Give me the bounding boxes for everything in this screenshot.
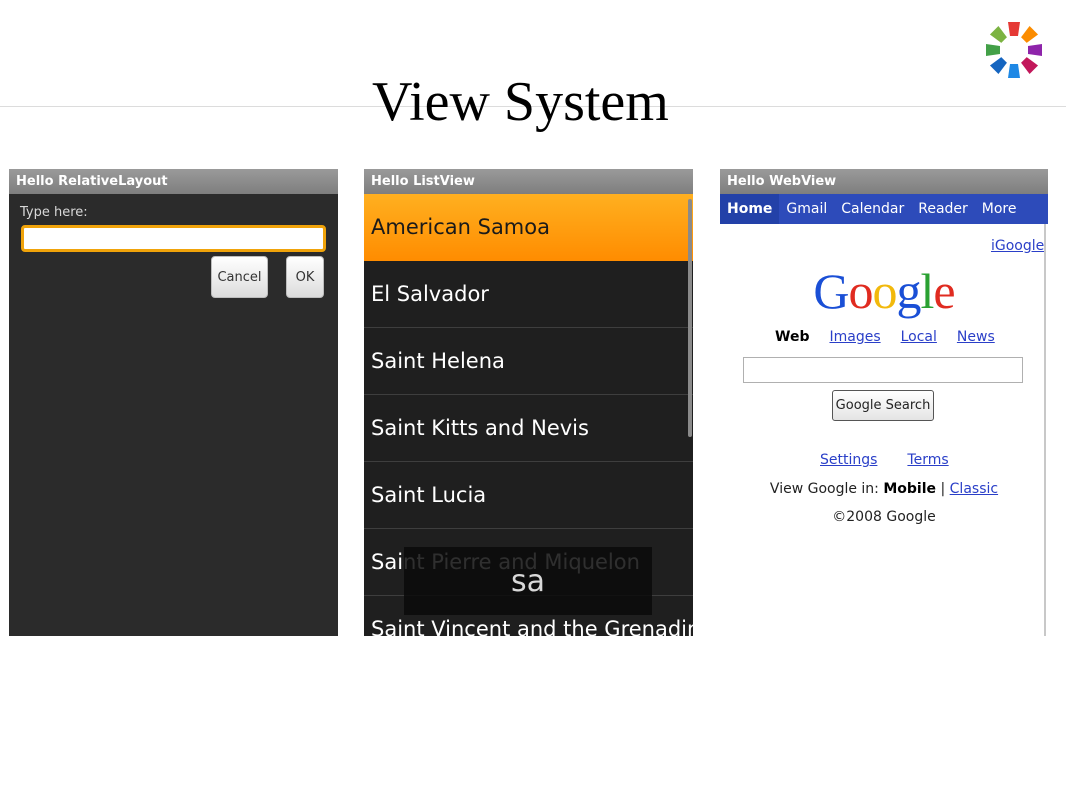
google-logo-letter: G [813, 263, 849, 319]
footer-links: Settings Terms [820, 452, 960, 468]
tab-web[interactable]: Web [775, 329, 809, 345]
google-logo-text: Google [813, 263, 955, 319]
android-logo-icon [986, 22, 1042, 78]
type-here-label: Type here: [20, 205, 88, 220]
list-view-screen: Hello ListView American Samoa El Salvado… [364, 169, 693, 636]
view-google-in: View Google in: Mobile | Classic [720, 481, 1048, 497]
list-view-titlebar: Hello ListView [364, 169, 693, 194]
entry-input[interactable] [21, 225, 326, 252]
nav-reader[interactable]: Reader [911, 194, 975, 224]
nav-gmail[interactable]: Gmail [779, 194, 834, 224]
list-item[interactable]: Saint Helena [364, 328, 693, 395]
google-logo: Google [720, 263, 1048, 319]
web-view-screen: Hello WebView Home Gmail Calendar Reader… [720, 169, 1048, 636]
google-logo-letter: o [872, 263, 898, 319]
nav-home[interactable]: Home [720, 194, 780, 224]
slide-title: View System [372, 71, 669, 133]
settings-link[interactable]: Settings [820, 452, 877, 468]
list-item[interactable]: El Salvador [364, 261, 693, 328]
list-item[interactable]: Saint Lucia [364, 462, 693, 529]
google-logo-letter: o [848, 263, 874, 319]
web-scrollbar[interactable] [1044, 224, 1046, 636]
google-logo-letter: e [933, 263, 955, 319]
relative-layout-titlebar: Hello RelativeLayout [9, 169, 338, 194]
tab-news[interactable]: News [957, 329, 995, 345]
nav-calendar[interactable]: Calendar [834, 194, 911, 224]
list-item[interactable]: American Samoa [364, 194, 693, 261]
separator: | [940, 481, 946, 497]
ok-button[interactable]: OK [286, 256, 324, 298]
tab-local[interactable]: Local [901, 329, 937, 345]
classic-link[interactable]: Classic [950, 481, 998, 497]
mobile-option: Mobile [883, 481, 937, 497]
cancel-button[interactable]: Cancel [211, 256, 268, 298]
nav-more[interactable]: More [975, 194, 1024, 224]
google-logo-letter: l [920, 263, 935, 319]
tab-images[interactable]: Images [829, 329, 880, 345]
list-scrollbar[interactable] [688, 199, 692, 437]
web-view-titlebar: Hello WebView [720, 169, 1048, 194]
search-tabs: Web Images Local News [775, 329, 995, 345]
copyright-text: ©2008 Google [832, 509, 936, 525]
view-in-label: View Google in: [769, 481, 879, 497]
relative-layout-screen: Hello RelativeLayout Type here: Cancel O… [9, 169, 338, 636]
google-logo-letter: g [896, 263, 922, 319]
terms-link[interactable]: Terms [907, 452, 948, 468]
igoogle-link[interactable]: iGoogle [991, 238, 1044, 254]
google-search-input[interactable] [743, 357, 1023, 383]
google-search-button[interactable]: Google Search [832, 390, 934, 421]
filter-text-overlay: sa [404, 547, 652, 615]
list-item[interactable]: Saint Kitts and Nevis [364, 395, 693, 462]
google-nav-bar: Home Gmail Calendar Reader More [720, 194, 1048, 224]
